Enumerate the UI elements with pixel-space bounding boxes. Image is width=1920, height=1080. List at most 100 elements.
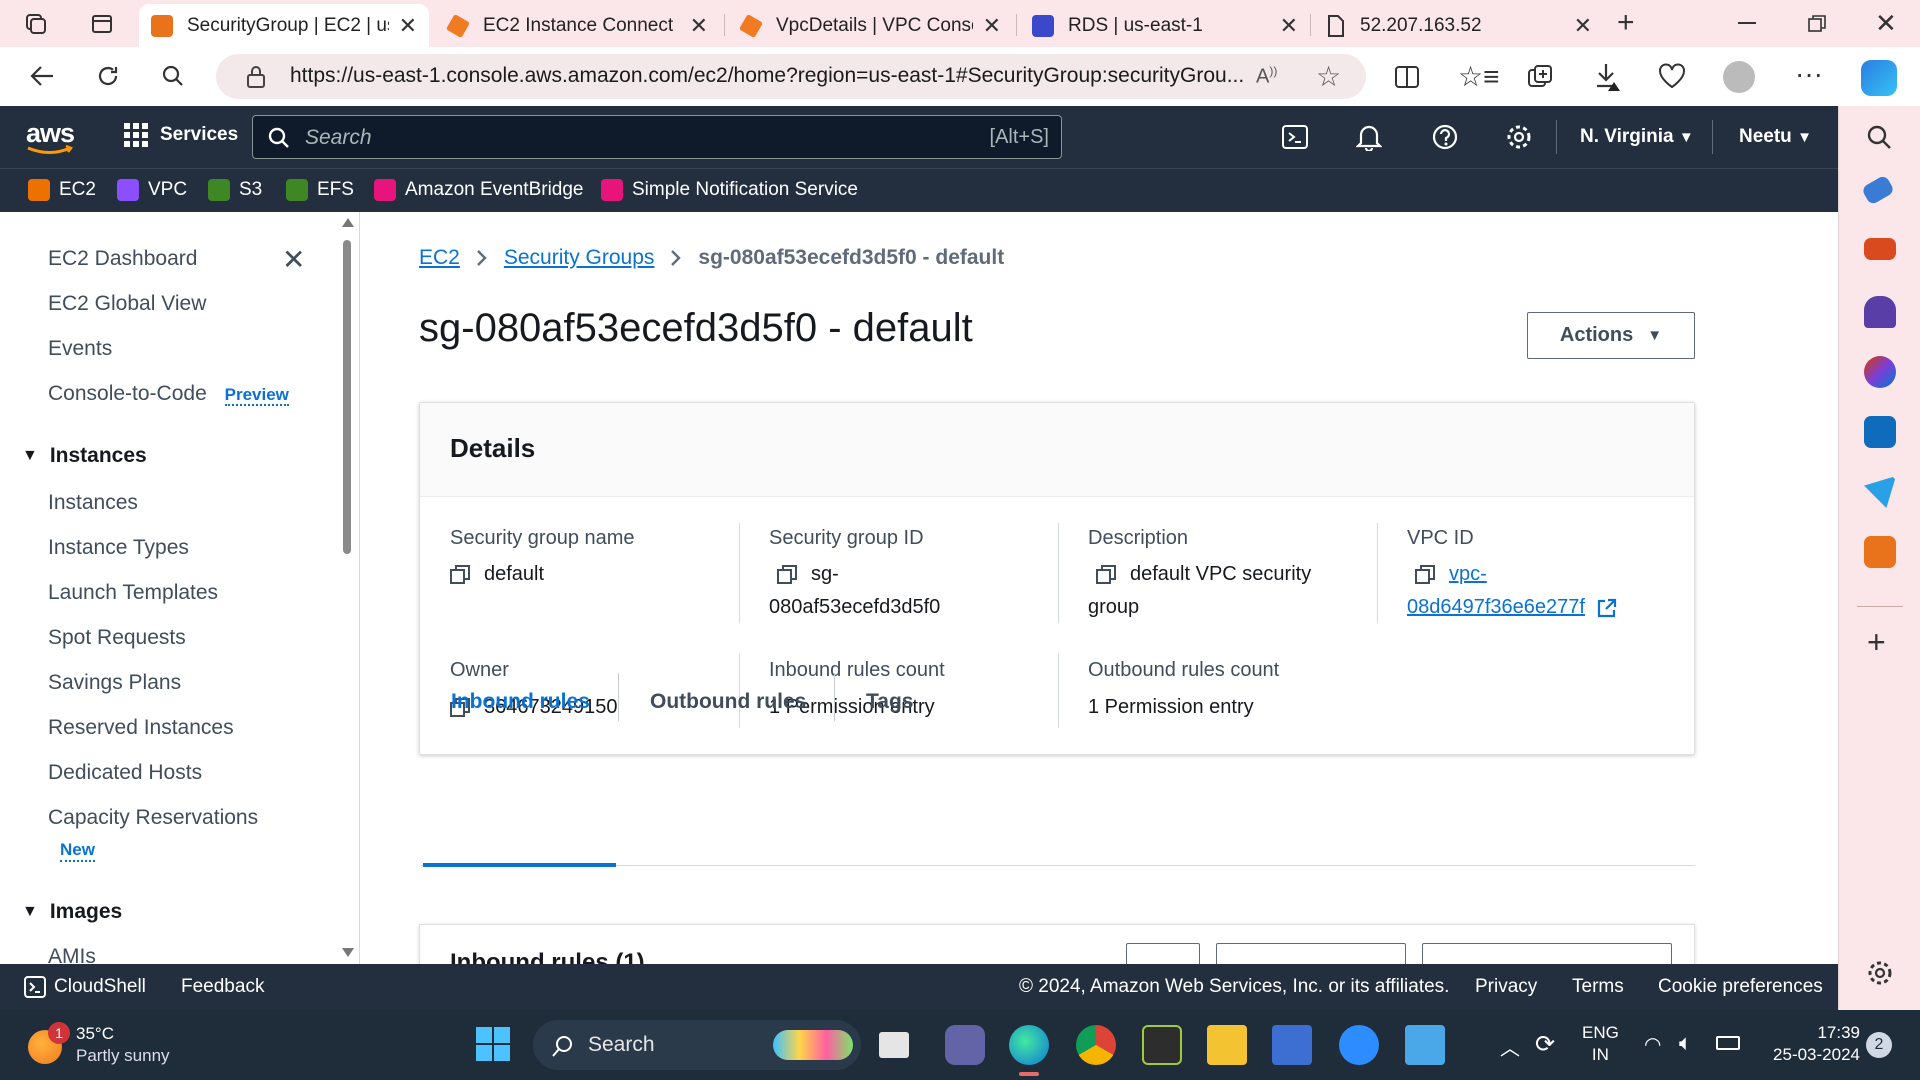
breadcrumb-security-groups[interactable]: Security Groups — [504, 246, 655, 270]
help-icon[interactable] — [1431, 123, 1459, 151]
close-tab-icon[interactable]: ✕ — [1280, 13, 1298, 39]
tab-ip[interactable]: 52.207.163.52 ✕ — [1314, 4, 1604, 47]
close-nav-icon[interactable]: ✕ — [282, 243, 305, 276]
external-link-icon[interactable] — [1597, 598, 1617, 618]
tab-security-group[interactable]: SecurityGroup | EC2 | us- ✕ — [139, 4, 429, 47]
close-tab-icon[interactable]: ✕ — [690, 13, 708, 39]
manage-tags-button[interactable] — [1216, 943, 1406, 964]
tab-ec2-instance-connect[interactable]: EC2 Instance Connect | u ✕ — [435, 4, 720, 47]
send-icon[interactable] — [1864, 476, 1896, 508]
tab-actions-icon[interactable] — [90, 12, 114, 36]
nav-amis[interactable]: AMIs — [48, 945, 96, 964]
clock[interactable]: 17:39 25-03-2024 — [1760, 1022, 1860, 1066]
start-windows-icon[interactable] — [476, 1027, 510, 1061]
close-window-icon[interactable]: ✕ — [1875, 8, 1897, 39]
nav-console-to-code[interactable]: Console-to-Code Preview — [48, 382, 289, 406]
close-tab-icon[interactable]: ✕ — [983, 13, 1001, 39]
vpc-id-link[interactable]: 08d6497f36e6e277f — [1407, 596, 1585, 618]
settings-gear-icon[interactable] — [1505, 123, 1533, 151]
language-indicator[interactable]: ENG IN — [1582, 1022, 1619, 1066]
edge-icon[interactable] — [1009, 1025, 1049, 1065]
games-icon[interactable] — [1864, 296, 1896, 328]
workspaces-icon[interactable] — [24, 12, 48, 36]
fav-efs[interactable]: EFS — [286, 179, 354, 201]
actions-button[interactable]: Actions ▼ — [1527, 312, 1695, 359]
scroll-up-icon[interactable] — [342, 218, 354, 227]
teams-icon[interactable] — [945, 1025, 985, 1065]
chrome-icon[interactable] — [1076, 1025, 1116, 1065]
copy-icon[interactable] — [777, 564, 797, 585]
copy-icon[interactable] — [450, 564, 470, 585]
nav-ec2-dashboard[interactable]: EC2 Dashboard — [48, 247, 197, 271]
nav-spot-requests[interactable]: Spot Requests — [48, 626, 186, 650]
user-menu[interactable]: Neetu ▼ — [1739, 126, 1812, 148]
profile-avatar[interactable] — [1723, 61, 1755, 93]
taskbar-search[interactable]: Search — [533, 1020, 861, 1070]
tools-icon[interactable] — [1864, 238, 1896, 260]
feedback-link[interactable]: Feedback — [181, 976, 264, 998]
edit-inbound-rules-button[interactable] — [1422, 943, 1672, 964]
notepad-icon[interactable] — [1405, 1025, 1445, 1065]
add-icon[interactable]: + — [1867, 624, 1886, 661]
extensions-icon[interactable] — [1658, 63, 1686, 89]
zoom-icon[interactable] — [1339, 1025, 1379, 1065]
vpc-id-link[interactable]: vpc- — [1449, 563, 1487, 585]
gear-icon[interactable] — [1865, 958, 1895, 988]
network-app-icon[interactable] — [1272, 1025, 1312, 1065]
downloads-icon[interactable] — [1594, 62, 1622, 92]
preview-badge[interactable]: Preview — [224, 385, 289, 406]
nav-savings-plans[interactable]: Savings Plans — [48, 671, 181, 695]
fav-eventbridge[interactable]: Amazon EventBridge — [374, 179, 584, 201]
nav-ec2-global-view[interactable]: EC2 Global View — [48, 292, 206, 316]
battery-icon[interactable] — [1716, 1036, 1740, 1050]
breadcrumb-ec2[interactable]: EC2 — [419, 246, 460, 270]
restore-icon[interactable] — [1808, 15, 1826, 33]
scroll-down-icon[interactable] — [342, 948, 354, 957]
collections-icon[interactable] — [1527, 64, 1553, 90]
refresh-button[interactable] — [1126, 943, 1200, 964]
notification-badge[interactable]: 2 — [1866, 1032, 1892, 1058]
nav-launch-templates[interactable]: Launch Templates — [48, 581, 218, 605]
new-tab-icon[interactable]: + — [1617, 6, 1635, 40]
cloudshell-button[interactable]: CloudShell — [24, 976, 146, 998]
privacy-link[interactable]: Privacy — [1475, 976, 1537, 998]
favorite-star-icon[interactable]: ☆ — [1316, 60, 1341, 93]
nav-events[interactable]: Events — [48, 337, 112, 361]
search-icon[interactable] — [153, 56, 193, 96]
tab-tags[interactable]: Tags — [866, 690, 913, 714]
nav-scrollbar[interactable] — [340, 212, 354, 964]
copy-icon[interactable] — [1096, 564, 1116, 585]
tray-chevron-icon[interactable]: ︿ — [1500, 1032, 1520, 1061]
nav-instances[interactable]: Instances — [48, 491, 138, 515]
copilot-icon[interactable] — [1861, 60, 1897, 96]
more-menu-icon[interactable]: ··· — [1795, 58, 1823, 90]
url-field[interactable]: https://us-east-1.console.aws.amazon.com… — [216, 54, 1366, 99]
nav-capacity-reservations[interactable]: Capacity Reservations — [48, 806, 258, 830]
refresh-icon[interactable] — [88, 56, 128, 96]
copy-icon[interactable] — [1415, 564, 1435, 585]
section-images[interactable]: ▼ Images — [22, 900, 122, 924]
nav-instance-types[interactable]: Instance Types — [48, 536, 189, 560]
cookie-preferences-link[interactable]: Cookie preferences — [1658, 976, 1823, 998]
tab-rds[interactable]: RDS | us-east-1 ✕ — [1020, 4, 1310, 47]
tab-inbound-rules[interactable]: Inbound rules — [451, 690, 590, 714]
file-explorer-icon[interactable] — [1207, 1025, 1247, 1065]
section-instances[interactable]: ▼ Instances — [22, 444, 147, 468]
outlook-icon[interactable] — [1864, 416, 1896, 448]
weather-widget[interactable]: 1 35°C Partly sunny — [26, 1022, 206, 1068]
tab-outbound-rules[interactable]: Outbound rules — [650, 690, 806, 714]
volume-icon[interactable]: 🔈︎ — [1679, 1030, 1692, 1056]
tab-vpc-details[interactable]: VpcDetails | VPC Console ✕ — [728, 4, 1013, 47]
fav-sns[interactable]: Simple Notification Service — [601, 179, 858, 201]
back-icon[interactable] — [22, 56, 62, 96]
read-aloud-icon[interactable]: A)) — [1256, 64, 1277, 89]
shopping-tag-icon[interactable] — [1860, 174, 1896, 206]
wifi-icon[interactable]: ◠ — [1644, 1032, 1661, 1057]
close-tab-icon[interactable]: ✕ — [399, 13, 417, 39]
sync-icon[interactable]: ⟳ — [1535, 1030, 1555, 1059]
bell-icon[interactable] — [1356, 123, 1382, 151]
cloudshell-icon[interactable] — [1282, 125, 1308, 149]
aws-logo[interactable]: aws — [26, 118, 75, 155]
task-view-icon[interactable] — [879, 1032, 909, 1058]
lock-icon[interactable] — [246, 65, 266, 89]
